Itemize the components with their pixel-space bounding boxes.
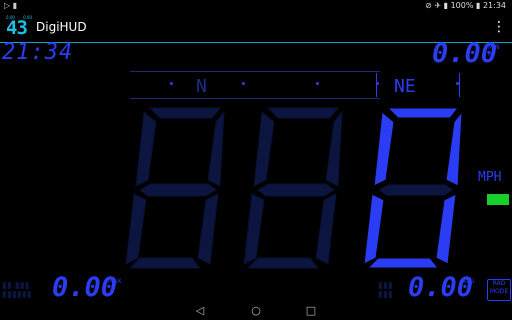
speed-digit-tens: [243, 107, 343, 269]
compass-dot: [242, 82, 245, 85]
overflow-menu-icon[interactable]: ⋮: [492, 18, 506, 36]
max-speed-readout[interactable]: 0.00: [52, 272, 117, 303]
max-speed-units: MAX: [108, 278, 122, 285]
compass-strip: N NE: [130, 71, 460, 99]
navigation-bar: ◁ ○ □: [0, 302, 512, 320]
compass-heading-window: [376, 73, 460, 97]
recents-icon[interactable]: □: [303, 304, 319, 317]
mode-button-line2: MODE: [489, 288, 509, 295]
app-icon: 0.00 0.00 43: [6, 15, 32, 39]
speed-display: 0: [120, 102, 463, 269]
status-bar: ▷ ▮ ⊘ ✈ ▮ 100% ▮ 21:34: [0, 0, 512, 13]
bottom-right-ghost: ▮▮▮ ▮▮▮: [378, 281, 393, 300]
mode-button-line1: RAD: [492, 280, 506, 287]
status-right-info: ⊘ ✈ ▮ 100% ▮ 21:34: [425, 1, 506, 10]
compass-dot: [456, 82, 459, 85]
bottom-left-ghost: ▮▮.▮▮▮ ▮▮▮▮▮▮: [2, 281, 32, 300]
mode-button[interactable]: RAD MODE: [487, 279, 511, 301]
speed-units-label[interactable]: MPH: [478, 170, 501, 185]
trip-top-units: MIN MI: [488, 44, 500, 58]
avg-speed-units: AVG: [462, 278, 475, 285]
status-left-icons: ▷ ▮: [4, 1, 18, 10]
avg-speed-readout[interactable]: 0.00: [408, 272, 473, 303]
clock-readout: 21:34: [2, 40, 74, 65]
speed-digit-hundreds: [125, 107, 225, 269]
speed-digit-ones: [363, 107, 463, 269]
gps-status-indicator: [487, 194, 509, 205]
compass-dot: [170, 82, 173, 85]
compass-mark-n: N: [196, 76, 207, 97]
home-icon[interactable]: ○: [248, 304, 264, 317]
compass-dot: [376, 82, 379, 85]
speed-value: 0: [120, 102, 121, 103]
app-title: DigiHUD: [36, 20, 87, 34]
back-icon[interactable]: ◁: [192, 304, 208, 317]
compass-mark-ne: NE: [394, 76, 416, 97]
app-icon-number: 43: [6, 17, 28, 39]
compass-dot: [316, 82, 319, 85]
